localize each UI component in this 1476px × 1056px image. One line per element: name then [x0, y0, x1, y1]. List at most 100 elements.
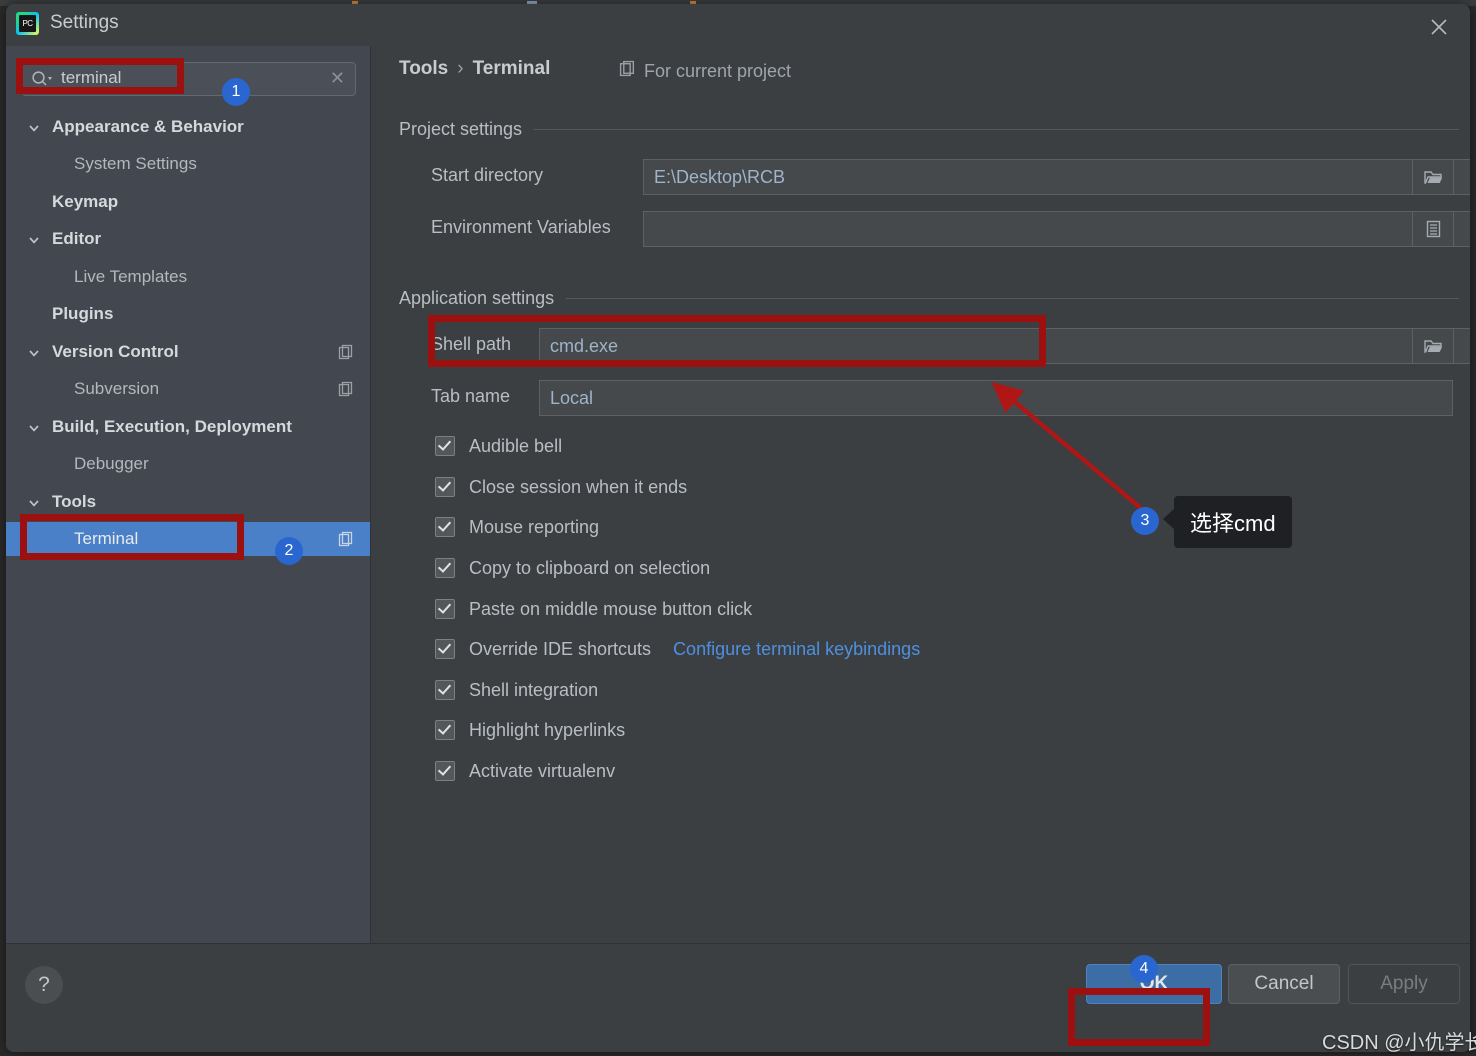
breadcrumb: Tools › Terminal — [399, 58, 550, 80]
breadcrumb-current: Terminal — [472, 58, 551, 79]
shell-path-value: cmd.exe — [550, 335, 619, 356]
sidebar-item-label: Debugger — [74, 454, 149, 473]
sidebar-item-build-execution-deployment[interactable]: Build, Execution, Deployment — [6, 410, 370, 444]
checkbox-audible-bell[interactable]: Audible bell — [435, 433, 562, 459]
checkbox-highlight-hyperlinks[interactable]: Highlight hyperlinks — [435, 717, 625, 743]
sidebar-item-appearance-behavior[interactable]: Appearance & Behavior — [6, 110, 370, 144]
checkbox-override-ide-shortcuts[interactable]: Override IDE shortcuts Configure termina… — [435, 636, 920, 662]
checkbox-label: Mouse reporting — [469, 516, 600, 537]
checkbox-label: Shell integration — [469, 679, 599, 700]
checkbox-paste-on-middle-mouse-button-click[interactable]: Paste on middle mouse button click — [435, 596, 752, 622]
cancel-button[interactable]: Cancel — [1228, 964, 1340, 1004]
shell-path-browse-button[interactable] — [1412, 328, 1454, 364]
start-directory-browse-button[interactable] — [1412, 159, 1454, 195]
sidebar-item-label: Plugins — [52, 304, 114, 323]
search-clear-icon[interactable]: ✕ — [330, 68, 345, 89]
sidebar-item-version-control[interactable]: Version Control — [6, 335, 370, 369]
sidebar-item-system-settings[interactable]: System Settings — [6, 147, 370, 181]
sidebar-item-terminal[interactable]: Terminal — [6, 522, 370, 556]
checkbox-activate-virtualenv[interactable]: Activate virtualenv — [435, 758, 615, 784]
sidebar-item-label: Tools — [52, 492, 97, 511]
chevron-down-icon — [28, 233, 40, 245]
chevron-down-icon — [28, 121, 40, 133]
sidebar-item-debugger[interactable]: Debugger — [6, 447, 370, 481]
help-button[interactable]: ? — [25, 966, 63, 1004]
shell-path-label: Shell path — [431, 334, 512, 354]
checkbox-label: Close session when it ends — [469, 476, 688, 497]
sidebar-item-label: Appearance & Behavior — [52, 117, 244, 136]
section-divider — [566, 297, 1459, 299]
copy-icon[interactable] — [338, 344, 354, 365]
application-settings-header: Application settings — [399, 287, 1459, 309]
sidebar-item-tools[interactable]: Tools — [6, 485, 370, 519]
copy-icon — [619, 60, 636, 82]
annotation-badge-4: 4 — [1130, 955, 1158, 983]
environment-variables-edit-button[interactable] — [1412, 211, 1454, 247]
annotation-badge-2: 2 — [275, 537, 303, 565]
sidebar-item-label: Build, Execution, Deployment — [52, 417, 292, 436]
search-icon — [31, 70, 53, 93]
sidebar-item-label: Editor — [52, 229, 102, 248]
for-current-project-label: For current project — [644, 60, 792, 81]
start-directory-label: Start directory — [431, 165, 544, 185]
sidebar-item-label: Live Templates — [74, 267, 188, 286]
dialog-titlebar: PC Settings — [6, 4, 1470, 46]
annotation-arrow-3 — [991, 382, 1145, 512]
checkbox-close-session-when-it-ends[interactable]: Close session when it ends — [435, 474, 687, 500]
chevron-down-icon — [28, 346, 40, 358]
application-settings-title: Application settings — [399, 287, 555, 308]
apply-button: Apply — [1348, 964, 1460, 1004]
annotation-badge-1: 1 — [222, 78, 250, 106]
checkbox-icon[interactable] — [435, 639, 455, 659]
section-divider — [534, 128, 1459, 130]
breadcrumb-parent[interactable]: Tools — [399, 58, 448, 80]
checkbox-icon[interactable] — [435, 558, 455, 578]
search-input[interactable]: terminal ✕ — [22, 62, 356, 96]
sidebar-item-editor[interactable]: Editor — [6, 222, 370, 256]
checkbox-label: Paste on middle mouse button click — [469, 598, 753, 619]
breadcrumb-separator: › — [457, 58, 464, 79]
checkbox-copy-to-clipboard-on-selection[interactable]: Copy to clipboard on selection — [435, 555, 710, 581]
environment-variables-label: Environment Variables — [431, 217, 611, 237]
environment-variables-input[interactable] — [643, 211, 1470, 247]
project-settings-header: Project settings — [399, 118, 1459, 140]
shell-path-input[interactable]: cmd.exe — [539, 328, 1470, 364]
settings-content: Tools › Terminal For current project Pro… — [371, 46, 1470, 944]
project-settings-title: Project settings — [399, 118, 523, 139]
checkbox-icon[interactable] — [435, 517, 455, 537]
close-icon[interactable] — [1422, 10, 1456, 40]
configure-terminal-keybindings-link[interactable]: Configure terminal keybindings — [673, 639, 920, 660]
settings-sidebar: terminal ✕ Appearance & Behavior System … — [6, 46, 370, 944]
sidebar-item-keymap[interactable]: Keymap — [6, 185, 370, 219]
sidebar-item-plugins[interactable]: Plugins — [6, 297, 370, 331]
sidebar-item-label: System Settings — [74, 154, 197, 173]
sidebar-item-label: Version Control — [52, 342, 179, 361]
start-directory-value: E:\Desktop\RCB — [654, 166, 786, 187]
tab-name-value: Local — [550, 387, 594, 408]
checkbox-icon[interactable] — [435, 720, 455, 740]
checkbox-label: Audible bell — [469, 435, 563, 456]
copy-icon[interactable] — [338, 381, 354, 402]
tab-name-label: Tab name — [431, 386, 511, 406]
for-current-project[interactable]: For current project — [619, 60, 791, 82]
checkbox-label: Copy to clipboard on selection — [469, 557, 711, 578]
sidebar-item-label: Keymap — [52, 192, 119, 211]
checkbox-label: Activate virtualenv — [469, 760, 616, 781]
annotation-badge-3: 3 — [1131, 507, 1159, 535]
annotation-callout-3: 选择cmd — [1163, 496, 1292, 548]
sidebar-item-subversion[interactable]: Subversion — [6, 372, 370, 406]
checkbox-mouse-reporting[interactable]: Mouse reporting — [435, 514, 599, 540]
checkbox-icon[interactable] — [435, 680, 455, 700]
checkbox-icon[interactable] — [435, 477, 455, 497]
checkbox-shell-integration[interactable]: Shell integration — [435, 677, 598, 703]
chevron-down-icon — [28, 421, 40, 433]
search-input-value: terminal — [61, 68, 122, 87]
pycharm-icon: PC — [16, 12, 39, 35]
copy-icon[interactable] — [338, 531, 354, 552]
start-directory-input[interactable]: E:\Desktop\RCB — [643, 159, 1470, 195]
sidebar-item-live-templates[interactable]: Live Templates — [6, 260, 370, 294]
checkbox-icon[interactable] — [435, 436, 455, 456]
checkbox-icon[interactable] — [435, 599, 455, 619]
checkbox-label: Highlight hyperlinks — [469, 719, 626, 740]
checkbox-icon[interactable] — [435, 761, 455, 781]
